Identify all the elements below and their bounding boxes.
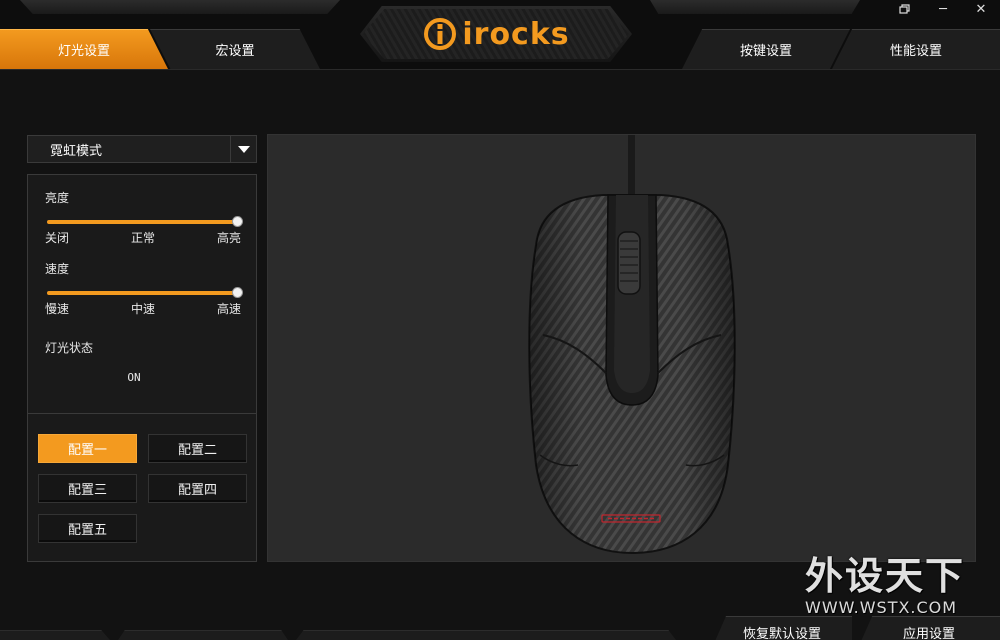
light-status-value: ON	[127, 371, 141, 384]
profile-3-button[interactable]: 配置三	[38, 474, 137, 503]
tab-key-settings[interactable]: 按键设置	[682, 29, 850, 69]
tick-label: 正常	[130, 231, 155, 245]
dropdown-arrow-button[interactable]	[230, 136, 256, 162]
top-decoration-left	[20, 0, 340, 14]
tick-label: 高速	[216, 302, 241, 316]
slider-track	[47, 220, 237, 224]
tab-performance-settings[interactable]: 性能设置	[832, 29, 1000, 69]
close-icon: ✕	[975, 1, 987, 17]
lighting-mode-value: 霓虹模式	[50, 143, 103, 159]
brightness-slider[interactable]	[47, 216, 243, 228]
tick-label: 高亮	[216, 231, 241, 245]
tab-label: 按键设置	[739, 43, 792, 59]
restore-defaults-button[interactable]: 恢复默认设置	[712, 616, 852, 640]
tab-label: 性能设置	[889, 43, 942, 59]
profile-1-button[interactable]: 配置一	[38, 434, 137, 463]
restore-button[interactable]	[886, 0, 924, 18]
speed-label: 速度	[45, 262, 70, 276]
profile-label: 配置五	[67, 523, 107, 538]
tick-label: 关闭	[45, 231, 70, 245]
tab-lighting-settings[interactable]: 灯光设置	[0, 29, 168, 69]
tab-label: 灯光设置	[57, 43, 110, 59]
profile-4-button[interactable]: 配置四	[148, 474, 247, 503]
slider-thumb[interactable]	[232, 287, 243, 298]
top-bar: 灯光设置 宏设置 irocks 按键设置 性能设置 ─ ✕	[0, 0, 1000, 70]
profile-label: 配置四	[177, 483, 217, 498]
bottom-decoration	[0, 630, 110, 640]
profile-5-button[interactable]: 配置五	[38, 514, 137, 543]
window-controls: ─ ✕	[886, 0, 1000, 18]
irocks-logo-icon	[424, 18, 457, 50]
profile-label: 配置二	[177, 443, 217, 458]
chevron-down-icon	[237, 145, 250, 153]
watermark-cn: 外设天下	[805, 554, 966, 598]
bottom-decoration	[296, 630, 676, 640]
restore-defaults-label: 恢复默认设置	[742, 626, 821, 640]
tab-label: 宏设置	[215, 43, 255, 59]
profile-label: 配置三	[67, 483, 107, 498]
top-decoration-right	[650, 0, 860, 14]
speed-ticks: 慢速 中速 高速	[45, 300, 241, 317]
close-button[interactable]: ✕	[962, 0, 1000, 18]
tab-macro-settings[interactable]: 宏设置	[150, 29, 320, 69]
apply-settings-label: 应用设置	[902, 626, 955, 640]
minimize-button[interactable]: ─	[924, 0, 962, 18]
speed-slider[interactable]	[47, 287, 243, 299]
profile-label: 配置一	[67, 443, 107, 458]
mouse-preview-area	[267, 134, 976, 562]
bottom-bar: 恢复默认设置 应用设置	[0, 608, 1000, 640]
slider-thumb[interactable]	[232, 216, 243, 227]
gaming-mouse-image	[528, 135, 736, 555]
brand-name: irocks	[462, 16, 570, 52]
panel-divider	[28, 413, 256, 414]
apply-settings-button[interactable]: 应用设置	[858, 616, 1000, 640]
brightness-ticks: 关闭 正常 高亮	[45, 229, 241, 246]
brand-logo: irocks	[422, 16, 569, 52]
bottom-decoration	[118, 630, 288, 640]
brightness-label: 亮度	[45, 191, 70, 205]
tick-label: 中速	[130, 302, 155, 316]
restore-icon	[899, 4, 910, 14]
tick-label: 慢速	[45, 302, 70, 316]
minimize-icon: ─	[939, 1, 947, 17]
slider-track	[47, 291, 237, 295]
lighting-mode-dropdown[interactable]: 霓虹模式	[27, 135, 257, 163]
profile-2-button[interactable]: 配置二	[148, 434, 247, 463]
light-status-label: 灯光状态	[45, 341, 94, 355]
brand-logo-plate: irocks	[360, 6, 632, 62]
lighting-settings-panel: 亮度 关闭 正常 高亮 速度 慢速 中速 高速 灯光状态 ON 配置一 配置二 …	[27, 174, 257, 562]
